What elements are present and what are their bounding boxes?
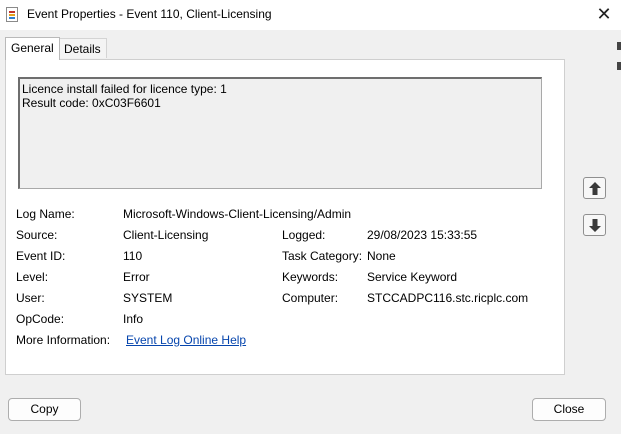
keywords-label: Keywords:: [282, 270, 339, 284]
level-value: Error: [123, 270, 150, 284]
task-category-value: None: [367, 249, 396, 263]
title-bar: Event Properties - Event 110, Client-Lic…: [0, 0, 621, 30]
event-viewer-icon: [6, 7, 18, 22]
description-line: Result code: 0xC03F6601: [22, 96, 161, 110]
next-event-button[interactable]: [583, 214, 606, 236]
user-value: SYSTEM: [123, 291, 173, 305]
background-window-edge: [617, 42, 621, 50]
more-information-label: More Information:: [16, 333, 111, 347]
level-label: Level:: [16, 270, 49, 284]
event-description-box[interactable]: Licence install failed for licence type:…: [18, 77, 542, 189]
close-window-button[interactable]: ✕: [595, 4, 613, 24]
description-line: Licence install failed for licence type:…: [22, 82, 227, 96]
arrow-up-icon: [589, 182, 601, 195]
source-value: Client-Licensing: [123, 228, 209, 242]
logged-value: 29/08/2023 15:33:55: [367, 228, 478, 242]
computer-label: Computer:: [282, 291, 339, 305]
logged-label: Logged:: [282, 228, 326, 242]
opcode-label: OpCode:: [16, 312, 65, 326]
computer-value: STCCADPC116.stc.ricplc.com: [367, 291, 529, 305]
tab-general[interactable]: General: [5, 37, 60, 60]
source-label: Source:: [16, 228, 58, 242]
arrow-down-icon: [589, 219, 601, 232]
copy-button[interactable]: Copy: [8, 398, 81, 421]
event-id-label: Event ID:: [16, 249, 66, 263]
background-window-edge: [617, 62, 621, 70]
close-button[interactable]: Close: [532, 398, 606, 421]
user-label: User:: [16, 291, 45, 305]
tab-details[interactable]: Details: [58, 38, 107, 58]
event-id-value: 110: [123, 249, 143, 263]
task-category-label: Task Category:: [282, 249, 363, 263]
opcode-value: Info: [123, 312, 144, 326]
window-title: Event Properties - Event 110, Client-Lic…: [27, 7, 272, 21]
log-name-label: Log Name:: [16, 207, 75, 221]
previous-event-button[interactable]: [583, 177, 606, 199]
keywords-value: Service Keyword: [367, 270, 458, 284]
log-name-value: Microsoft-Windows-Client-Licensing/Admin: [123, 207, 352, 221]
event-log-online-help-link[interactable]: Event Log Online Help: [126, 333, 246, 347]
